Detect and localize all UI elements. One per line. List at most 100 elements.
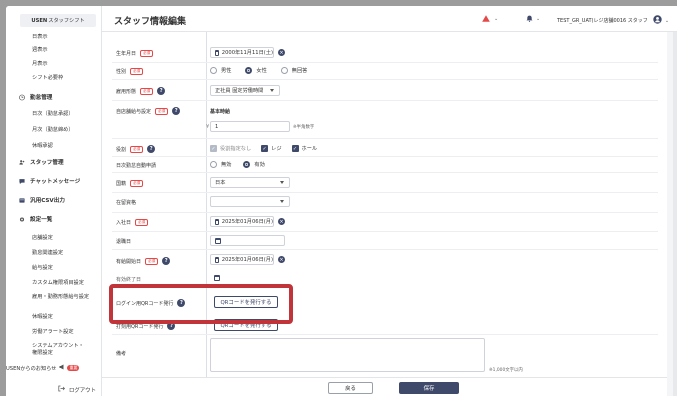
help-icon[interactable]: ? <box>157 87 166 95</box>
sidebar-item-system-account[interactable]: システムアカウント・権限設定 <box>32 343 88 356</box>
save-button[interactable]: 保存 <box>399 382 459 394</box>
sidebar-section-chat[interactable]: チャットメッセージ <box>19 177 80 185</box>
radio-female[interactable] <box>245 67 253 74</box>
birthday-field[interactable]: 2000年11月11日(土) <box>210 47 274 58</box>
sidebar-item-daily-approval[interactable]: 日次（勤怠承認） <box>32 110 74 117</box>
sidebar-item-monthly-close[interactable]: 月次（勤怠締め） <box>32 126 74 133</box>
notification-menu[interactable]: ⌄ <box>526 15 540 22</box>
row-separator <box>112 231 658 232</box>
form-footer: 戻る 保存 <box>102 377 667 396</box>
staff-form: 生年月日 必須 2000年11月11日(土) × 性別 必須 男性 女性 無回答 <box>102 32 667 377</box>
sidebar-section-csv[interactable]: 汎用CSV出力 <box>19 196 65 204</box>
sidebar-item-salary-settings[interactable]: 給与設定 <box>32 264 53 271</box>
row-separator <box>112 172 658 173</box>
csv-icon <box>19 197 25 203</box>
residence-select[interactable] <box>210 196 290 207</box>
row-separator <box>112 62 658 63</box>
checkbox-hall[interactable]: ✓ <box>291 145 299 152</box>
store-account-menu[interactable]: TEST_GR_UAT(レジ店舗0016 スタッフ ⌄ <box>557 15 669 26</box>
required-badge: 必須 <box>130 180 144 187</box>
auto-apply-label: 日次勤怠自動申請 <box>116 163 157 169</box>
note-label: 備考 <box>116 351 127 357</box>
row-separator <box>112 138 658 139</box>
calendar-icon <box>215 218 219 225</box>
note-textarea[interactable] <box>210 338 485 372</box>
page-title: スタッフ情報編集 <box>114 17 187 27</box>
people-icon <box>19 159 25 165</box>
notice-badge: 重要 <box>67 365 80 371</box>
sidebar-section-settings[interactable]: 設定一覧 <box>19 215 52 223</box>
clear-hire-date-icon[interactable]: × <box>278 218 285 225</box>
chevron-down-icon: ⌄ <box>536 15 541 22</box>
employment-select[interactable]: 正社員 固定労働時間 <box>210 85 280 96</box>
leave-date-field[interactable] <box>210 235 285 246</box>
store-label: TEST_GR_UAT(レジ店舗0016 スタッフ <box>557 18 648 24</box>
chevron-down-icon: ⌄ <box>494 15 499 22</box>
wage-type: 基本時給 <box>210 109 231 115</box>
required-badge: 必須 <box>130 145 144 153</box>
required-badge: 必須 <box>140 50 154 57</box>
warning-icon <box>482 15 490 22</box>
app-logo[interactable]: USEN スタッフシフト <box>20 14 96 27</box>
row-separator <box>112 79 658 80</box>
clear-paid-start-icon[interactable]: × <box>278 256 285 263</box>
sidebar-section-label: スタッフ管理 <box>30 160 64 166</box>
help-icon[interactable]: ? <box>162 257 171 265</box>
sidebar-item-employment-salary[interactable]: 雇用・勤務形態給与設定 <box>32 294 92 301</box>
sidebar-item-custom-permission[interactable]: カスタム権限項目設定 <box>32 279 84 286</box>
birthday-label: 生年月日 必須 <box>116 50 154 57</box>
sidebar-item-shift-slots[interactable]: シフト必要枠 <box>32 74 63 81</box>
help-icon[interactable]: ? <box>147 145 156 153</box>
row-separator <box>112 100 658 101</box>
radio-male[interactable] <box>210 67 217 74</box>
scrollbar[interactable] <box>673 32 677 396</box>
required-badge: 必須 <box>155 107 169 115</box>
radio-disabled[interactable] <box>210 161 217 168</box>
clock-icon <box>19 94 25 100</box>
sidebar-item-day[interactable]: 日表示 <box>32 33 48 40</box>
hire-date-field[interactable]: 2025年01月06日(月) <box>210 216 274 227</box>
hire-date-label: 入社日 必須 <box>116 219 149 226</box>
alert-menu[interactable]: ⌄ <box>482 15 498 22</box>
sidebar-section-label: 設定一覧 <box>30 217 53 223</box>
row-separator <box>112 192 658 193</box>
sidebar-item-labor-alert[interactable]: 労働アラート設定 <box>32 328 74 335</box>
row-separator <box>112 156 658 157</box>
sidebar-item-leave-approval[interactable]: 休暇承認 <box>32 142 53 149</box>
radio-no-answer[interactable] <box>280 67 288 74</box>
wage-input[interactable]: 1 <box>210 121 290 132</box>
caret-down-icon <box>280 181 284 184</box>
calendar-icon <box>215 256 219 263</box>
chat-icon <box>19 178 25 184</box>
leave-date-label: 退職日 <box>116 239 132 245</box>
nationality-label: 国籍 必須 <box>116 180 144 187</box>
paid-start-field[interactable]: 2025年01月06日(月) <box>210 254 274 265</box>
sidebar-item-month[interactable]: 月表示 <box>32 60 48 67</box>
account-icon <box>653 15 662 26</box>
sidebar-section-staff[interactable]: スタッフ管理 <box>19 158 64 166</box>
checkbox-no-role[interactable]: ✓ <box>210 145 217 152</box>
back-button[interactable]: 戻る <box>328 382 373 394</box>
sidebar-item-store-settings[interactable]: 店舗設定 <box>32 234 53 241</box>
nationality-select[interactable]: 日本 <box>210 177 290 188</box>
note-hint: ※1,000文字以内 <box>489 368 523 373</box>
help-icon[interactable]: ? <box>172 107 181 115</box>
sidebar-item-attendance-settings[interactable]: 勤怠関連設定 <box>32 249 63 256</box>
logo-brand: USEN <box>31 17 48 24</box>
caret-down-icon <box>280 200 284 203</box>
sidebar-item-leave-settings[interactable]: 休暇設定 <box>32 313 53 320</box>
clear-birthday-icon[interactable]: × <box>278 49 285 56</box>
role-label: 役割 必須 ? <box>116 145 156 153</box>
role-checkboxes: ✓ 役割指定なし ✓ レジ ✓ ホール <box>210 145 318 152</box>
sidebar-item-week[interactable]: 週表示 <box>32 46 48 53</box>
highlight-box <box>109 284 293 324</box>
logout-icon <box>58 385 65 394</box>
checkbox-register[interactable]: ✓ <box>261 145 269 152</box>
sidebar-section-attendance[interactable]: 勤怠管理 <box>19 93 52 101</box>
wage-label: 自店舗給与設定 必須 ? <box>116 107 181 115</box>
notice-link[interactable]: USENからのお知らせ 重要 <box>6 364 80 372</box>
paid-start-label: 有給開始日 必須 ? <box>116 257 171 265</box>
top-bar: スタッフ情報編集 ⌄ ⌄ TEST_GR_UAT(レジ店舗0016 スタッフ ⌄ <box>102 6 677 32</box>
logout-button[interactable]: ログアウト <box>58 385 96 394</box>
radio-enabled[interactable] <box>243 161 251 168</box>
